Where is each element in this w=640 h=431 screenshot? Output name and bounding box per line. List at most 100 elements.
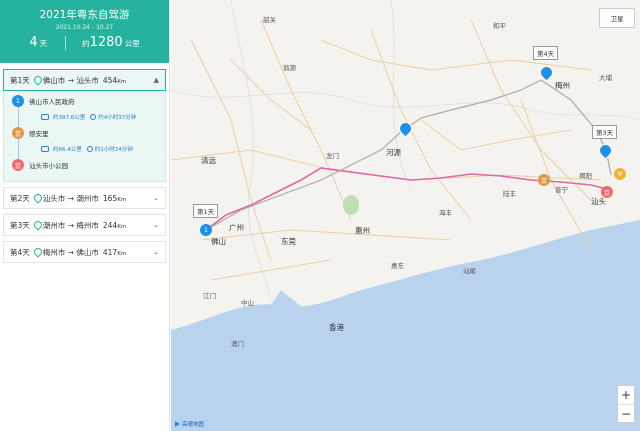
map-label: 广州 bbox=[229, 223, 244, 232]
stop-item[interactable]: 京 德安里 bbox=[12, 127, 49, 139]
map-label: 翁源 bbox=[283, 64, 296, 72]
day-2-header[interactable]: 第2天 汕头市 → 潮州市 165Km ⌄ bbox=[3, 187, 166, 209]
day-km: 454 bbox=[102, 75, 118, 85]
map-label: 韶关 bbox=[263, 16, 276, 24]
day-label: 第3天 bbox=[10, 220, 30, 230]
map-label: 普宁 bbox=[555, 186, 568, 194]
map-label: 陆丰 bbox=[503, 190, 516, 198]
map-label: 海丰 bbox=[439, 209, 452, 217]
trip-title: 2021年粤东自驾游 bbox=[39, 9, 130, 21]
day-distance: 454Km bbox=[103, 76, 126, 85]
map-canvas[interactable]: 韶关 和平 翁源 河源 龙门 清远 广州 佛山 东莞 惠州 中山 江门 澳门 香… bbox=[171, 0, 640, 431]
map-label: 龙门 bbox=[326, 152, 339, 160]
car-icon bbox=[41, 114, 49, 120]
day-distance: 244Km bbox=[103, 221, 126, 230]
location-pin-icon bbox=[34, 76, 40, 84]
day-arrow: → bbox=[67, 193, 74, 203]
day-km-unit: Km bbox=[117, 78, 127, 85]
chevron-up-icon[interactable]: ▲ bbox=[154, 76, 159, 84]
map-label: 梅州 bbox=[555, 81, 570, 90]
day-km-unit: Km bbox=[117, 223, 127, 230]
zoom-out-button[interactable]: − bbox=[618, 404, 634, 422]
day-1-header[interactable]: 第1天 佛山市 → 汕头市 454Km ▲ bbox=[3, 69, 166, 91]
day-km-unit: Km bbox=[117, 250, 127, 257]
map-label: 江门 bbox=[203, 292, 216, 300]
clock-icon bbox=[86, 146, 93, 152]
trip-dates: 2021.10.24 - 10.27 bbox=[55, 24, 114, 31]
day-km: 417 bbox=[102, 247, 118, 257]
day-distance: 417Km bbox=[103, 248, 126, 257]
map-label: 汕头 bbox=[591, 197, 606, 206]
restaurant-marker-icon[interactable]: Ψ bbox=[614, 168, 626, 180]
map-label: 惠东 bbox=[391, 262, 404, 270]
trip-distance: 1280 bbox=[89, 35, 123, 50]
day-3-header[interactable]: 第3天 潮州市 → 梅州市 244Km ⌄ bbox=[3, 214, 166, 236]
leg-distance: 约66.4公里 bbox=[53, 147, 82, 153]
map-logo-text: 高德地图 bbox=[182, 422, 205, 428]
stop-name: 佛山市人民政府 bbox=[29, 98, 75, 106]
day-to: 佛山市 bbox=[76, 247, 99, 257]
leg-info: 约387.6公里 约4小时37分钟 bbox=[41, 113, 136, 121]
leg-duration: 约4小时37分钟 bbox=[98, 115, 137, 121]
map-label: 汕尾 bbox=[463, 267, 476, 275]
map-label: 和平 bbox=[493, 22, 506, 30]
stop-badge: 京 bbox=[12, 159, 24, 171]
end-marker-icon[interactable]: 京 bbox=[601, 186, 613, 198]
map-label: 中山 bbox=[241, 299, 254, 307]
clock-icon bbox=[90, 114, 97, 120]
leg-duration: 约1小时24分钟 bbox=[94, 147, 133, 153]
stop-item[interactable]: 京 汕头市小公园 bbox=[12, 159, 68, 171]
satellite-label: 卫星 bbox=[610, 15, 624, 23]
stop-badge: 京 bbox=[12, 127, 24, 139]
start-marker-icon[interactable]: 1 bbox=[200, 224, 212, 236]
day-to: 梅州市 bbox=[76, 220, 99, 230]
day-4-header[interactable]: 第4天 梅州市 → 佛山市 417Km ⌄ bbox=[3, 241, 166, 263]
location-pin-icon bbox=[34, 248, 40, 256]
trip-days-unit: 天 bbox=[39, 39, 48, 48]
map-label: 清远 bbox=[201, 156, 216, 165]
day-arrow: → bbox=[67, 220, 74, 230]
day-from: 汕头市 bbox=[42, 193, 66, 203]
day-3-map-tag[interactable]: 第3天 bbox=[592, 125, 618, 139]
day-km-unit: Km bbox=[117, 196, 127, 203]
trip-distance-prefix: 约 bbox=[82, 39, 90, 48]
location-pin-icon bbox=[34, 194, 40, 202]
day-label: 第4天 bbox=[10, 247, 30, 257]
car-icon bbox=[41, 146, 49, 152]
day-1-details: 1 佛山市人民政府 约387.6公里 约4小时37分钟 京 德安里 约66.4公… bbox=[3, 91, 166, 182]
map-label: 河源 bbox=[386, 148, 401, 157]
chevron-down-icon[interactable]: ⌄ bbox=[153, 221, 159, 229]
divider bbox=[65, 36, 67, 50]
stop-marker-icon[interactable]: 京 bbox=[538, 174, 550, 186]
leg-distance: 约387.6公里 bbox=[53, 115, 86, 121]
day-distance: 165Km bbox=[103, 194, 126, 203]
trip-distance-unit: 公里 bbox=[124, 39, 140, 48]
day-from: 梅州市 bbox=[42, 247, 66, 257]
zoom-control: + − bbox=[617, 385, 635, 423]
day-km: 165 bbox=[102, 193, 118, 203]
satellite-toggle-button[interactable]: 卫星 bbox=[599, 8, 635, 28]
chevron-down-icon[interactable]: ⌄ bbox=[153, 194, 159, 202]
day-label: 第1天 bbox=[10, 75, 30, 85]
map-label: 澳门 bbox=[231, 340, 244, 348]
day-label: 第2天 bbox=[10, 193, 30, 203]
map-label: 揭阳 bbox=[579, 172, 592, 180]
park-area bbox=[343, 195, 359, 215]
chevron-down-icon[interactable]: ⌄ bbox=[153, 248, 159, 256]
day-to: 潮州市 bbox=[76, 193, 99, 203]
trip-header: 2021年粤东自驾游 2021.10.24 - 10.27 4 天 约 1280… bbox=[0, 0, 169, 63]
leg-info: 约66.4公里 约1小时24分钟 bbox=[41, 145, 133, 153]
route-day4 bbox=[205, 79, 542, 231]
day-to: 汕头市 bbox=[76, 75, 99, 85]
map-label: 大埔 bbox=[599, 74, 612, 82]
stop-item[interactable]: 1 佛山市人民政府 bbox=[12, 95, 75, 107]
day-4-map-tag[interactable]: 第4天 bbox=[533, 46, 559, 60]
map-label: 香港 bbox=[329, 323, 344, 332]
day-1-map-tag[interactable]: 第1天 bbox=[193, 204, 219, 218]
stop-name: 汕头市小公园 bbox=[29, 162, 68, 170]
zoom-in-button[interactable]: + bbox=[618, 386, 634, 404]
day-from: 潮州市 bbox=[42, 220, 66, 230]
map-label: 佛山 bbox=[211, 237, 226, 246]
trip-days: 4 bbox=[29, 35, 38, 50]
map-label: 东莞 bbox=[281, 237, 296, 246]
